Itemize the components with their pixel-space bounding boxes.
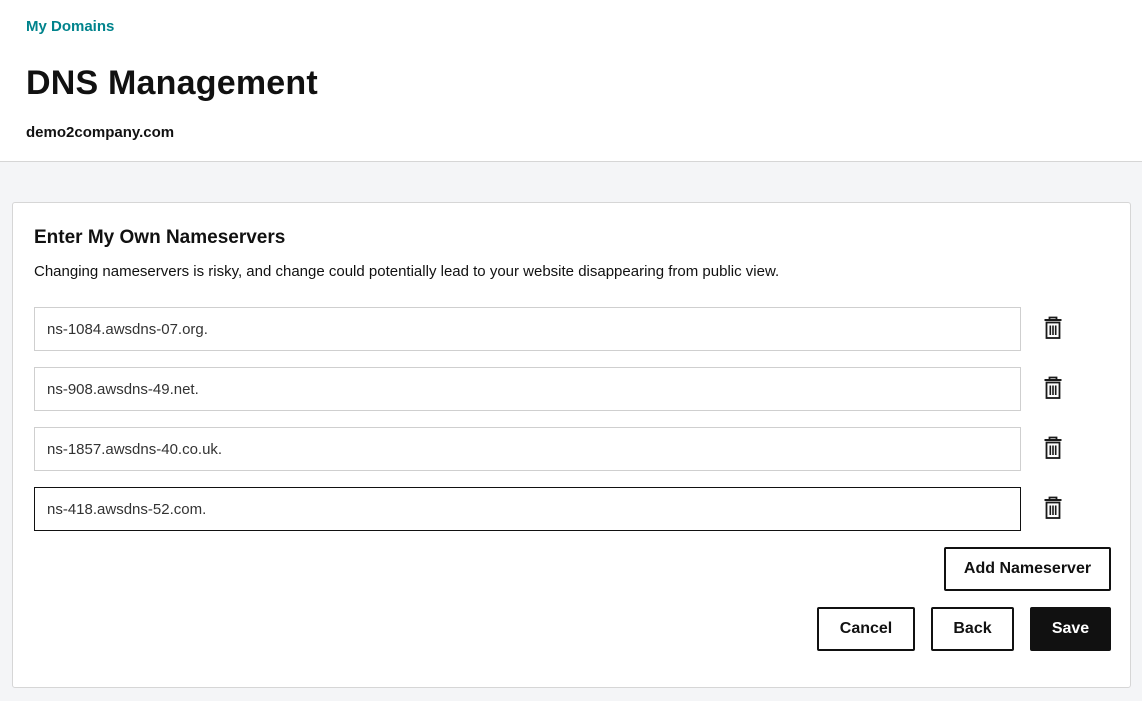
cancel-button[interactable]: Cancel [817, 607, 915, 651]
nameserver-input-4[interactable] [34, 487, 1021, 531]
nameserver-row [34, 427, 1074, 471]
nameservers-card: Enter My Own Nameservers Changing namese… [12, 202, 1131, 688]
trash-icon[interactable] [1043, 376, 1063, 400]
breadcrumb-my-domains[interactable]: My Domains [26, 18, 114, 35]
back-button[interactable]: Back [931, 607, 1014, 651]
warning-description: Changing nameservers is risky, and chang… [34, 263, 780, 280]
add-nameserver-button[interactable]: Add Nameserver [944, 547, 1111, 591]
page-title: DNS Management [26, 64, 318, 102]
card-title: Enter My Own Nameservers [34, 227, 286, 248]
nameserver-input-1[interactable] [34, 307, 1021, 351]
trash-icon[interactable] [1043, 316, 1063, 340]
save-button[interactable]: Save [1030, 607, 1111, 651]
trash-icon[interactable] [1043, 436, 1063, 460]
nameserver-input-2[interactable] [34, 367, 1021, 411]
trash-icon[interactable] [1043, 496, 1063, 520]
nameserver-row [34, 367, 1074, 411]
page-header: My Domains DNS Management demo2company.c… [0, 0, 1142, 162]
nameserver-row [34, 487, 1074, 531]
nameserver-row [34, 307, 1074, 351]
domain-name: demo2company.com [26, 124, 175, 141]
nameserver-input-3[interactable] [34, 427, 1021, 471]
